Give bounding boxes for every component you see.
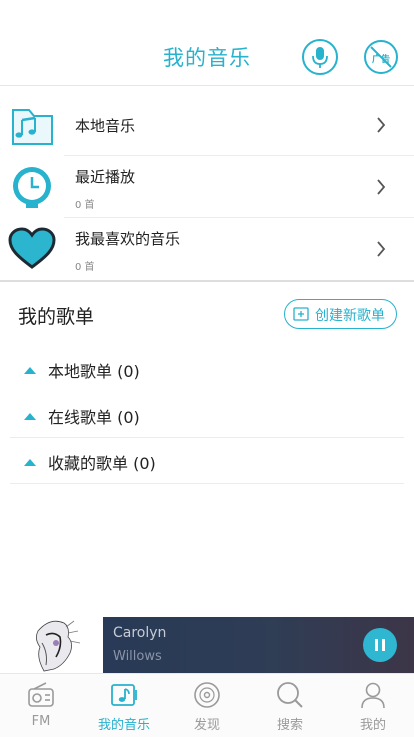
user-icon bbox=[361, 682, 385, 709]
now-playing-bar[interactable]: Carolyn Willows bbox=[103, 617, 414, 673]
track-count: 0 首 bbox=[75, 262, 95, 273]
expand-arrow-icon bbox=[24, 367, 36, 374]
bottom-tab-bar: FM 我的音乐 发现 搜索 我的 bbox=[0, 673, 414, 737]
pause-icon bbox=[382, 639, 385, 651]
song-title: Carolyn bbox=[113, 625, 167, 641]
playlist-group-favorited[interactable]: 收藏的歌单 (0) bbox=[10, 438, 404, 484]
create-playlist-button[interactable]: 创建新歌单 bbox=[284, 299, 397, 329]
expand-arrow-icon bbox=[24, 413, 36, 420]
tab-label: 发现 bbox=[193, 718, 220, 733]
search-icon bbox=[277, 682, 303, 708]
add-playlist-icon bbox=[293, 307, 309, 321]
app-header: 我的音乐 广告 bbox=[0, 0, 414, 86]
menu-item-label: 本地音乐 bbox=[75, 117, 136, 135]
menu-item-local-music[interactable]: 本地音乐 bbox=[0, 94, 414, 156]
disc-icon bbox=[194, 682, 220, 708]
album-art[interactable] bbox=[30, 613, 86, 673]
chevron-right-icon bbox=[377, 117, 386, 133]
tab-label: 我的音乐 bbox=[97, 718, 150, 733]
microphone-icon bbox=[312, 47, 328, 68]
tab-label: FM bbox=[31, 714, 51, 729]
no-ads-icon bbox=[370, 46, 392, 68]
clock-icon bbox=[13, 167, 51, 208]
create-playlist-label: 创建新歌单 bbox=[315, 308, 385, 324]
playlist-group-label: 本地歌单 (0) bbox=[48, 362, 140, 381]
playlist-group-label: 收藏的歌单 (0) bbox=[48, 454, 156, 473]
tab-fm[interactable]: FM bbox=[0, 674, 82, 737]
menu-item-favorites[interactable]: 我最喜欢的音乐 0 首 bbox=[0, 218, 414, 280]
pause-icon bbox=[375, 639, 378, 651]
tab-my-music[interactable]: 我的音乐 bbox=[83, 674, 165, 737]
mini-player[interactable]: Carolyn Willows bbox=[0, 613, 414, 673]
tab-label: 我的 bbox=[359, 718, 386, 733]
playlist-group-online[interactable]: 在线歌单 (0) bbox=[10, 392, 404, 438]
folder-music-icon bbox=[12, 109, 53, 145]
section-title: 我的歌单 bbox=[18, 306, 95, 328]
tab-label: 搜索 bbox=[276, 718, 303, 733]
playlist-group-label: 在线歌单 (0) bbox=[48, 408, 140, 427]
music-note-icon bbox=[111, 684, 137, 706]
chevron-right-icon bbox=[377, 241, 386, 257]
song-artist: Willows bbox=[113, 649, 162, 664]
menu-item-label: 我最喜欢的音乐 bbox=[75, 230, 181, 248]
tab-discover[interactable]: 发现 bbox=[166, 674, 248, 737]
heart-icon bbox=[8, 227, 56, 269]
playlist-group-local[interactable]: 本地歌单 (0) bbox=[10, 346, 404, 392]
tab-search[interactable]: 搜索 bbox=[249, 674, 331, 737]
chevron-right-icon bbox=[377, 179, 386, 195]
ad-toggle-button[interactable]: 广告 bbox=[364, 40, 398, 74]
page-title: 我的音乐 bbox=[163, 46, 251, 70]
expand-arrow-icon bbox=[24, 459, 36, 466]
menu-item-recent[interactable]: 最近播放 0 首 bbox=[0, 156, 414, 218]
album-art-image bbox=[36, 620, 81, 672]
playlists-header: 我的歌单 创建新歌单 bbox=[0, 292, 414, 338]
pause-button[interactable] bbox=[363, 628, 397, 662]
tab-me[interactable]: 我的 bbox=[332, 674, 414, 737]
radio-icon bbox=[28, 682, 54, 707]
menu-item-label: 最近播放 bbox=[75, 168, 136, 186]
divider bbox=[10, 483, 404, 484]
music-menu: 本地音乐 最近播放 0 首 我最喜欢的音乐 0 首 bbox=[0, 94, 414, 282]
voice-search-button[interactable] bbox=[302, 39, 338, 75]
track-count: 0 首 bbox=[75, 200, 95, 211]
